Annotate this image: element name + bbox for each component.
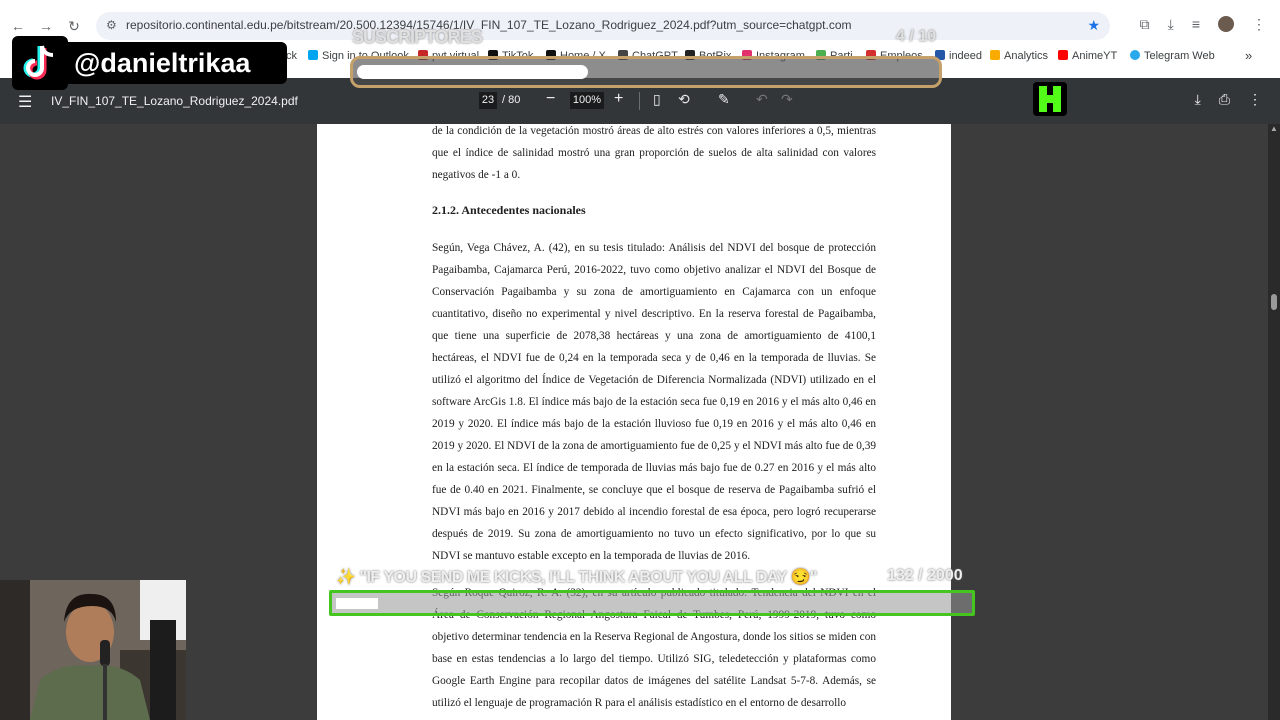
viewer-scrollbar[interactable]: ▲ [1268,124,1280,720]
bookmark-item[interactable]: Telegram Web [1130,50,1215,62]
annotate-icon[interactable]: ✎ [718,91,730,108]
more-bookmarks-icon[interactable]: » [1245,48,1252,63]
bookmark-item[interactable]: indeed [935,50,982,62]
bookmark-item[interactable]: AnimeYT [1058,50,1117,62]
webcam-person [0,580,186,720]
kicks-goal-fill [336,598,378,609]
url-text: repositorio.continental.edu.pe/bitstream… [126,18,852,32]
bookmark-item[interactable]: ck [286,50,297,62]
back-icon[interactable]: ← [8,16,28,36]
microsoft-icon [308,50,318,60]
webcam-feed [0,580,186,720]
print-icon[interactable]: ⎙ [1219,91,1230,108]
subscribers-goal-count: 4 / 10 [896,28,937,45]
page-number-input[interactable]: 23 [479,92,497,109]
section-heading: 2.1.2. Antecedentes nacionales [432,203,586,217]
download-icon[interactable]: ⤓ [1195,91,1201,108]
subscribers-goal-label: SUSCRIPTORES [352,27,483,47]
toolbar-divider [639,92,640,110]
page-total: / 80 [502,94,521,106]
telegram-icon [1130,50,1140,60]
zoom-out-icon[interactable]: − [546,90,555,108]
pdf-filename: IV_FIN_107_TE_Lozano_Rodriguez_2024.pdf [51,94,298,108]
rotate-icon[interactable]: ⟲ [678,91,690,108]
bookmark-item[interactable]: Analytics [990,50,1048,62]
site-info-icon[interactable]: ⚙ [106,18,117,32]
kick-icon [1039,86,1061,112]
subscribers-goal-bar [350,56,942,88]
reload-icon[interactable]: ↻ [64,16,84,36]
scroll-thumb[interactable] [1271,294,1277,310]
kicks-goal-bar [329,590,975,616]
scroll-up-icon[interactable]: ▲ [1270,124,1278,133]
kick-logo [1033,82,1067,116]
profile-avatar[interactable] [1218,16,1234,32]
zoom-input[interactable]: 100% [570,92,604,109]
browser-toolbar-icons: ⧉ ⤓ ≡ ⋮ [1140,16,1266,33]
subscribers-goal-fill [357,65,589,79]
zoom-in-icon[interactable]: + [614,90,623,108]
reading-list-icon[interactable]: ≡ [1192,16,1200,33]
kicks-goal-count: 132 / 2000 [887,567,963,584]
undo-icon[interactable]: ↶ [756,91,768,108]
address-row: ← → ↻ ⚙ repositorio.continental.edu.pe/b… [0,10,1280,42]
streamer-handle: @danieltrikaa [60,42,287,84]
tiktok-icon [23,45,54,80]
address-bar[interactable]: ⚙ repositorio.continental.edu.pe/bitstre… [96,12,1110,40]
downloads-icon[interactable]: ⤓ [1168,16,1174,33]
pdf-page: de la condición de la vegetación mostró … [317,124,951,720]
forward-icon[interactable]: → [36,16,56,36]
youtube-icon [1058,50,1068,60]
extensions-icon[interactable]: ⧉ [1140,16,1150,33]
paragraph-vega: Según, Vega Chávez, A. (42), en su tesis… [432,242,876,562]
more-options-icon[interactable]: ⋮ [1248,91,1262,108]
fit-page-icon[interactable]: ▯ [653,91,661,108]
redo-icon[interactable]: ↷ [781,91,793,108]
browser-menu-icon[interactable]: ⋮ [1252,16,1266,33]
bookmark-star-icon[interactable]: ★ [1087,17,1100,34]
kicks-goal-label: ✨ "IF YOU SEND ME KICKS, I'LL THINK ABOU… [336,569,817,586]
pdf-actions: ⤓ ⎙ ⋮ [1195,91,1262,108]
menu-icon[interactable]: ☰ [18,92,32,112]
paragraph-intro: de la condición de la vegetación mostró … [432,125,876,181]
analytics-icon [990,50,1000,60]
